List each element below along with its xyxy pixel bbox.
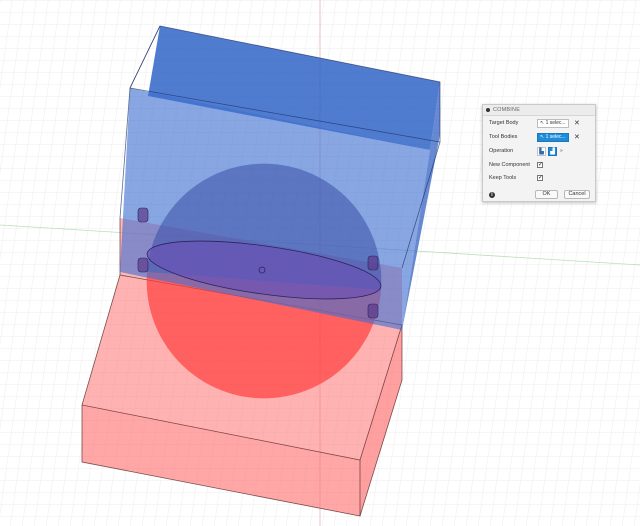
ok-button[interactable]: OK [535,190,558,199]
clear-target-icon[interactable]: ✕ [574,119,580,128]
target-body-select[interactable]: ↖ 1 selec... [537,118,569,128]
target-body-row: Target Body ↖ 1 selec... ✕ [489,117,591,129]
operation-row: Operation ▙ ▟ » [489,145,591,157]
join-icon[interactable]: ▙ [537,146,546,156]
new-component-checkbox[interactable]: ✓ [537,162,543,168]
keep-tools-row: Keep Tools ✓ [489,172,591,184]
new-component-row: New Component ✓ [489,159,591,171]
operation-label: Operation [489,148,514,154]
target-body-label: Target Body [489,120,519,126]
tool-bodies-select[interactable]: ↖ 1 selec... [537,132,569,142]
clear-tools-icon[interactable]: ✕ [574,133,580,142]
cursor-icon: ↖ [540,133,545,140]
cancel-button[interactable]: Cancel [564,190,590,199]
tool-bodies-label: Tool Bodies [489,134,518,140]
keep-tools-checkbox[interactable]: ✓ [537,175,543,181]
dialog-title-bar[interactable]: COMBINE [483,105,595,116]
dialog-title: COMBINE [493,107,521,113]
cut-icon[interactable]: ▟ [548,146,557,156]
combine-dialog: COMBINE Target Body ↖ 1 selec... ✕ Tool … [482,104,596,202]
tool-bodies-row: Tool Bodies ↖ 1 selec... ✕ [489,131,591,143]
keep-tools-label: Keep Tools [489,175,517,181]
dialog-footer: i OK Cancel [489,190,590,199]
new-component-label: New Component [489,162,530,168]
cursor-icon: ↖ [540,119,545,126]
info-icon[interactable]: i [489,191,495,198]
dialog-status-icon [486,108,490,112]
canvas-viewport[interactable] [0,0,640,526]
operation-more-icon[interactable]: » [560,148,563,154]
